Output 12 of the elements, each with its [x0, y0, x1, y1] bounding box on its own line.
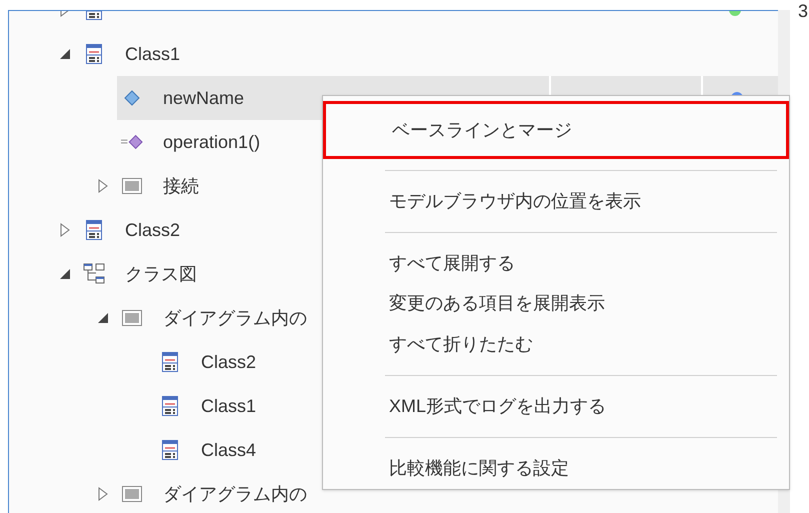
- tree-label: Class1: [201, 394, 256, 418]
- tree-label: newName: [163, 86, 244, 110]
- tree-label: Class2: [201, 350, 256, 374]
- tree-label: Class4: [201, 438, 256, 462]
- tree-label: ダイアグラム内の: [163, 482, 307, 506]
- tree-label: ダイアグラム内の: [163, 306, 307, 330]
- tree-label: クラス図: [125, 262, 197, 286]
- side-text: 3: [798, 1, 808, 21]
- tree-label: Class1: [125, 42, 180, 66]
- tree-label: Class2: [125, 218, 180, 242]
- tree-label: 接続: [163, 174, 199, 198]
- tree-label: operation1(): [163, 130, 260, 154]
